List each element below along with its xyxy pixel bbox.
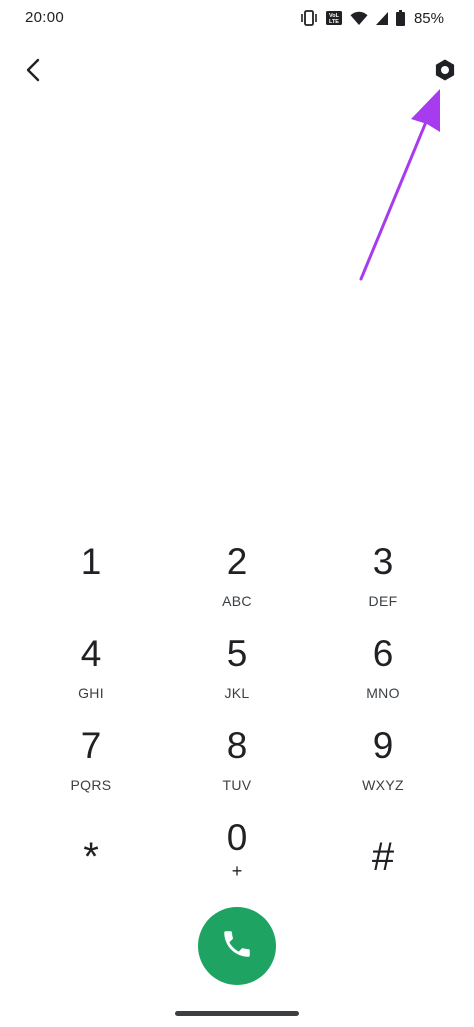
key-letters: + xyxy=(231,861,243,881)
status-time: 20:00 xyxy=(25,9,65,26)
dialpad-key-6[interactable]: 6 MNO xyxy=(310,622,456,714)
battery-icon xyxy=(395,10,405,26)
annotation-arrow xyxy=(359,89,440,281)
dialpad-key-7[interactable]: 7 PQRS xyxy=(18,714,164,806)
key-digit: # xyxy=(371,835,395,879)
dialpad-key-star[interactable]: * xyxy=(18,806,164,898)
call-button[interactable] xyxy=(198,907,276,985)
dialpad-key-9[interactable]: 9 WXYZ xyxy=(310,714,456,806)
dialpad: 1 2 ABC 3 DEF 4 GHI 5 JKL 6 MNO 7 PQRS 8 xyxy=(18,530,456,898)
key-letters: ABC xyxy=(222,593,252,609)
key-letters: PQRS xyxy=(70,777,112,793)
dialpad-key-0[interactable]: 0 + xyxy=(164,806,310,898)
phone-icon xyxy=(220,927,254,966)
dialpad-key-3[interactable]: 3 DEF xyxy=(310,530,456,622)
home-indicator[interactable] xyxy=(175,1011,299,1016)
key-digit: 5 xyxy=(226,633,248,674)
key-digit: * xyxy=(83,835,99,879)
key-letters: GHI xyxy=(78,685,104,701)
key-digit: 1 xyxy=(80,541,102,582)
status-bar: 20:00 VoL LTE 85% xyxy=(0,0,474,36)
svg-text:LTE: LTE xyxy=(329,19,339,25)
key-digit: 8 xyxy=(226,725,248,766)
dialpad-key-4[interactable]: 4 GHI xyxy=(18,622,164,714)
volte-icon: VoL LTE xyxy=(325,10,343,26)
key-letters: JKL xyxy=(224,685,250,701)
battery-percent: 85% xyxy=(413,9,444,27)
dialpad-key-hash[interactable]: # xyxy=(310,806,456,898)
key-digit: 7 xyxy=(80,725,102,766)
dialpad-key-1[interactable]: 1 xyxy=(18,530,164,622)
key-digit: 4 xyxy=(80,633,102,674)
cell-signal-icon xyxy=(375,11,389,26)
dialpad-key-5[interactable]: 5 JKL xyxy=(164,622,310,714)
key-digit: 2 xyxy=(226,541,248,582)
dialpad-key-2[interactable]: 2 ABC xyxy=(164,530,310,622)
chevron-left-icon xyxy=(24,58,44,87)
key-digit: 9 xyxy=(372,725,394,766)
status-icons: VoL LTE 85% xyxy=(300,9,444,27)
wifi-icon xyxy=(350,11,368,26)
key-digit: 6 xyxy=(372,633,394,674)
settings-button[interactable] xyxy=(425,52,465,92)
settings-hexagon-icon xyxy=(433,58,457,87)
key-letters: TUV xyxy=(222,777,252,793)
back-button[interactable] xyxy=(14,52,54,92)
vibrate-icon xyxy=(300,10,318,26)
key-digit: 3 xyxy=(372,541,394,582)
key-letters: MNO xyxy=(366,685,400,701)
key-letters: DEF xyxy=(368,593,398,609)
key-digit: 0 xyxy=(226,817,248,858)
dialer-screen: 20:00 VoL LTE 85% 1 2 ABC 3 DEF 4 GHI 5 … xyxy=(0,0,474,1027)
dialpad-key-8[interactable]: 8 TUV xyxy=(164,714,310,806)
key-letters: WXYZ xyxy=(362,777,404,793)
